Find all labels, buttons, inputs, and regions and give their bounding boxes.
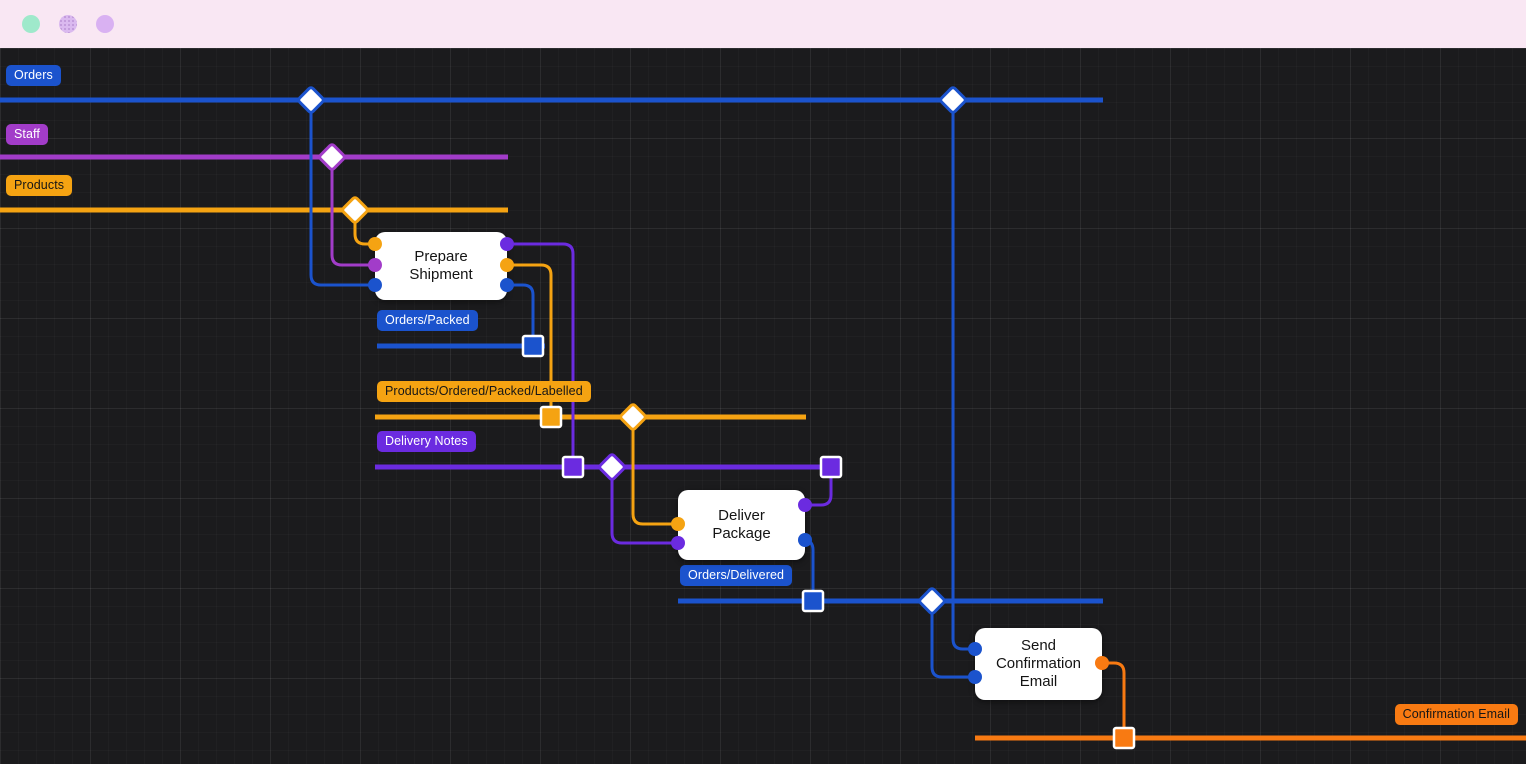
port-deliver-package-right-2[interactable] xyxy=(798,498,812,512)
port-prepare-shipment-right-3[interactable] xyxy=(500,237,514,251)
stream-badge-orders-packed[interactable]: Orders/Packed xyxy=(377,310,478,331)
port-send-confirmation-email-right-2[interactable] xyxy=(1095,656,1109,670)
port-prepare-shipment-right-5[interactable] xyxy=(500,278,514,292)
diagram-svg xyxy=(0,0,1526,764)
window-titlebar xyxy=(0,0,1526,48)
window-control-1[interactable] xyxy=(22,15,40,33)
stream-badge-confirmation-email[interactable]: Confirmation Email xyxy=(1395,704,1518,725)
port-deliver-package-left-1[interactable] xyxy=(671,536,685,550)
port-deliver-package-left-0[interactable] xyxy=(671,517,685,531)
event-diamond-products[interactable] xyxy=(342,197,369,224)
port-prepare-shipment-left-1[interactable] xyxy=(368,258,382,272)
port-prepare-shipment-right-4[interactable] xyxy=(500,258,514,272)
stream-badge-orders-delivered[interactable]: Orders/Delivered xyxy=(680,565,792,586)
stream-badge-orders[interactable]: Orders xyxy=(6,65,61,86)
wire-7[interactable] xyxy=(612,467,678,543)
wire-6[interactable] xyxy=(633,417,678,524)
event-diamond-staff[interactable] xyxy=(319,144,346,171)
event-diamond-products-ordered-packed-labelled[interactable] xyxy=(620,404,647,431)
wire-5[interactable] xyxy=(507,285,533,335)
state-square-orders-delivered[interactable] xyxy=(803,591,823,611)
state-square-products-ordered-packed-labelled[interactable] xyxy=(541,407,561,427)
event-diamond-orders[interactable] xyxy=(940,87,967,114)
window-control-2[interactable] xyxy=(59,15,77,33)
port-prepare-shipment-left-0[interactable] xyxy=(368,237,382,251)
node-deliver-package[interactable]: Deliver Package xyxy=(678,490,805,560)
port-send-confirmation-email-left-1[interactable] xyxy=(968,670,982,684)
wire-10[interactable] xyxy=(953,100,975,649)
port-send-confirmation-email-left-0[interactable] xyxy=(968,642,982,656)
state-square-confirmation-email[interactable] xyxy=(1114,728,1134,748)
event-diamond-orders-delivered[interactable] xyxy=(919,588,946,615)
diagram-canvas[interactable]: Orders Staff Products Orders/Packed Products… xyxy=(0,0,1526,764)
stream-badge-products[interactable]: Products xyxy=(6,175,72,196)
stream-badge-staff[interactable]: Staff xyxy=(6,124,48,145)
stream-badge-products-ordered-packed-labelled[interactable]: Products/Ordered/Packed/Labelled xyxy=(377,381,591,402)
state-square-delivery-notes[interactable] xyxy=(563,457,583,477)
wire-12[interactable] xyxy=(1102,663,1124,727)
event-diamond-delivery-notes[interactable] xyxy=(599,454,626,481)
event-diamond-orders[interactable] xyxy=(298,87,325,114)
stream-badge-delivery-notes[interactable]: Delivery Notes xyxy=(377,431,476,452)
port-prepare-shipment-left-2[interactable] xyxy=(368,278,382,292)
wire-0[interactable] xyxy=(311,100,375,285)
state-square-orders-packed[interactable] xyxy=(523,336,543,356)
node-prepare-shipment[interactable]: Prepare Shipment xyxy=(375,232,507,300)
window-control-3[interactable] xyxy=(96,15,114,33)
port-deliver-package-right-3[interactable] xyxy=(798,533,812,547)
node-send-confirmation-email[interactable]: Send Confirmation Email xyxy=(975,628,1102,700)
state-square-delivery-notes[interactable] xyxy=(821,457,841,477)
